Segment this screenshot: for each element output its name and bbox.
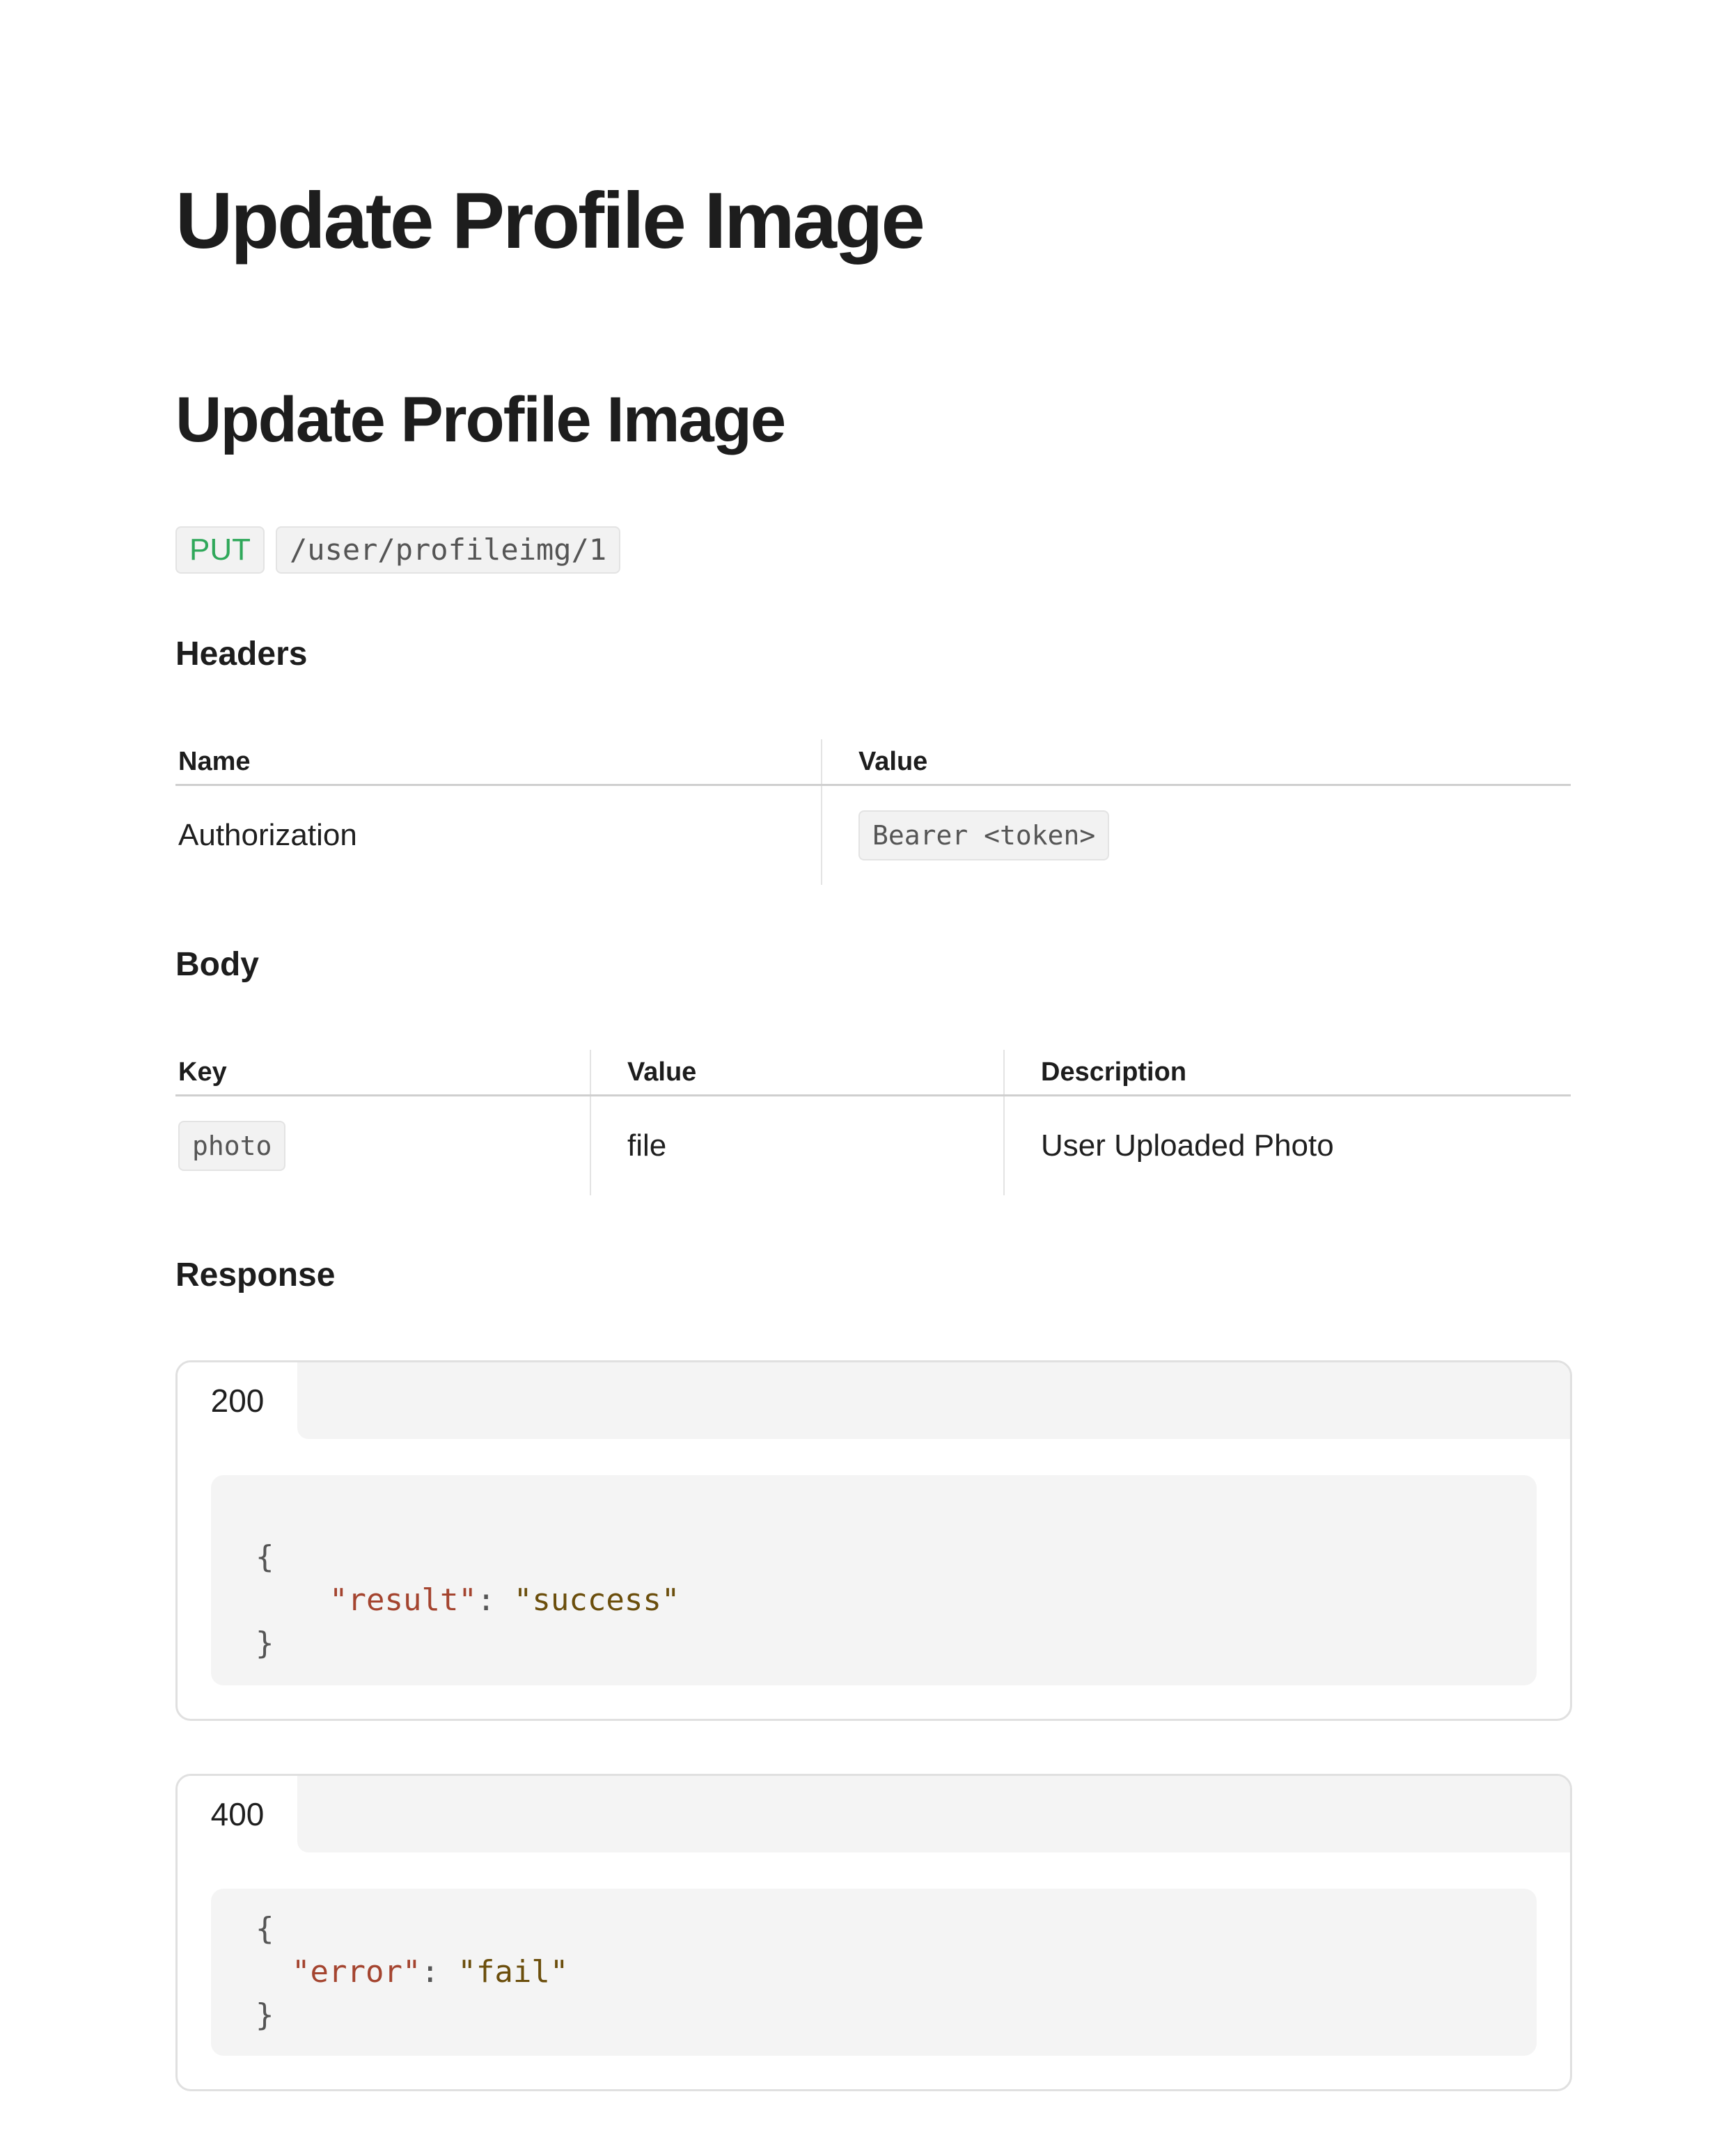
json-open-brace: { bbox=[256, 1539, 274, 1575]
response-tab-bar: 400 bbox=[178, 1776, 1570, 1852]
table-row: photo file User Uploaded Photo bbox=[175, 1095, 1571, 1196]
body-key-code: photo bbox=[178, 1121, 286, 1171]
column-header-value: Value bbox=[821, 739, 1571, 786]
table-row: Authorization Bearer <token> bbox=[175, 785, 1571, 885]
json-line: "result": "success" bbox=[329, 1580, 680, 1621]
body-table: Key Value Description photo file User Up… bbox=[175, 1050, 1571, 1195]
code-block: { "error": "fail" } bbox=[211, 1889, 1537, 2056]
json-close-brace: } bbox=[256, 1626, 274, 1661]
table-header-row: Name Value bbox=[175, 739, 1571, 786]
response-card-200: 200 { "result": "success" } bbox=[175, 1360, 1572, 1721]
endpoint-path: /user/profileimg/1 bbox=[276, 526, 621, 574]
header-name-cell: Authorization bbox=[178, 818, 357, 852]
column-header-value: Value bbox=[590, 1050, 1004, 1096]
headers-heading: Headers bbox=[175, 636, 308, 672]
body-key-cell: photo bbox=[175, 1096, 590, 1196]
json-colon: : bbox=[421, 1954, 458, 1990]
column-header-description: Description bbox=[1003, 1050, 1571, 1096]
headers-table: Name Value Authorization Bearer <token> bbox=[175, 739, 1571, 885]
column-header-name: Name bbox=[175, 739, 822, 786]
section-title: Update Profile Image bbox=[175, 384, 786, 455]
json-value: "fail" bbox=[457, 1954, 569, 1990]
response-card-400: 400 { "error": "fail" } bbox=[175, 1774, 1572, 2091]
json-key: "result" bbox=[329, 1582, 477, 1618]
json-value: "success" bbox=[513, 1582, 680, 1618]
endpoint: PUT /user/profileimg/1 bbox=[175, 526, 621, 574]
response-tab-bar: 200 bbox=[178, 1362, 1570, 1439]
json-open-brace: { bbox=[256, 1911, 274, 1946]
body-heading: Body bbox=[175, 946, 259, 983]
http-method-badge: PUT bbox=[175, 526, 265, 574]
page-title: Update Profile Image bbox=[175, 177, 925, 265]
body-description-cell: User Uploaded Photo bbox=[1003, 1095, 1571, 1195]
table-header-row: Key Value Description bbox=[175, 1050, 1571, 1096]
tab-bar-fill bbox=[297, 1776, 1570, 1852]
tab-bar-fill bbox=[297, 1362, 1570, 1439]
header-value-cell: Bearer <token> bbox=[821, 785, 1571, 885]
body-value-cell: file bbox=[590, 1095, 1004, 1195]
tab-status-200[interactable]: 200 bbox=[178, 1362, 297, 1439]
json-close-brace: } bbox=[256, 1997, 274, 2033]
json-line: "error": "fail" bbox=[292, 1951, 568, 1993]
response-heading: Response bbox=[175, 1257, 336, 1293]
column-header-key: Key bbox=[175, 1050, 590, 1096]
json-colon: : bbox=[476, 1582, 514, 1618]
code-block: { "result": "success" } bbox=[211, 1475, 1537, 1685]
header-value-code: Bearer <token> bbox=[858, 810, 1110, 860]
json-key: "error" bbox=[292, 1954, 421, 1990]
tab-status-400[interactable]: 400 bbox=[178, 1776, 297, 1852]
